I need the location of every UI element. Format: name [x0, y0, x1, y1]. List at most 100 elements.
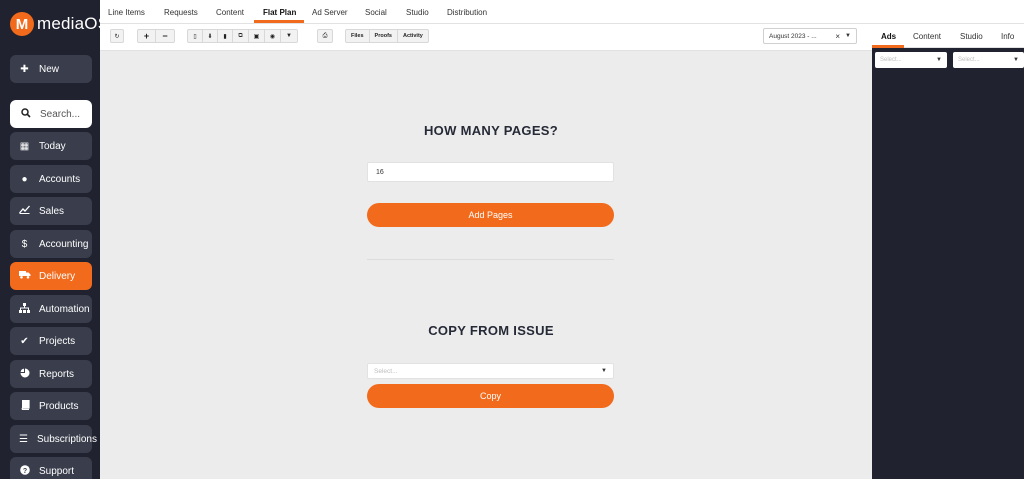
page-count-input[interactable]: 16 — [367, 162, 614, 182]
truck-icon — [19, 270, 31, 282]
download-icon: ⬇ — [207, 33, 213, 40]
issue-select[interactable]: August 2023 - ... × ▼ — [763, 28, 857, 44]
tab-content-panel[interactable]: Content — [913, 24, 941, 48]
add-pages-button[interactable]: Add Pages — [367, 203, 614, 227]
pie-chart-icon — [19, 368, 30, 381]
sidebar-item-label: Subscriptions — [36, 433, 97, 445]
sidebar-item-delivery[interactable]: Delivery — [10, 262, 92, 290]
app-logo[interactable]: M mediaOS — [10, 11, 109, 37]
remove-page-button[interactable]: − — [156, 30, 174, 42]
sidebar-item-label: Sales — [39, 205, 65, 217]
sidebar-item-today[interactable]: ▦ Today — [10, 132, 92, 160]
sidebar-item-products[interactable]: Products — [10, 392, 92, 420]
sidebar: M mediaOS ✚ New Search... ▦ Today ● Acco… — [0, 0, 109, 479]
eye-icon: ◉ — [269, 33, 276, 40]
sidebar-item-support[interactable]: ? Support — [10, 457, 92, 479]
sidebar-item-automation[interactable]: Automation — [10, 295, 92, 323]
file-pdf-icon: ▯ — [193, 33, 197, 40]
files-button[interactable]: Files — [346, 30, 370, 42]
chevron-down-icon: ▼ — [1013, 57, 1019, 63]
search-placeholder: Search... — [40, 108, 81, 120]
copy-issue-select[interactable]: Select... ▼ — [367, 363, 614, 379]
sidebar-item-label: Accounting — [39, 238, 89, 250]
search-input[interactable]: Search... — [10, 100, 92, 128]
select-placeholder: Select... — [880, 57, 902, 63]
plus-icon: + — [143, 31, 150, 41]
tab-social[interactable]: Social — [365, 0, 387, 24]
clear-icon[interactable]: × — [835, 32, 840, 41]
print-icon: ⎙ — [322, 32, 328, 39]
page-count-group: + − — [137, 29, 175, 43]
sitemap-icon — [19, 302, 30, 316]
sidebar-item-accounts[interactable]: ● Accounts — [10, 165, 92, 193]
sidebar-item-label: Support — [39, 465, 75, 477]
download-button[interactable]: ⬇ — [203, 30, 218, 42]
tab-content[interactable]: Content — [216, 0, 244, 24]
add-page-button[interactable]: + — [138, 30, 156, 42]
view-group: Files Proofs Activity — [345, 29, 429, 43]
tab-requests[interactable]: Requests — [164, 0, 198, 24]
tab-line-items[interactable]: Line Items — [108, 0, 145, 24]
chevron-down-icon: ▼ — [936, 57, 942, 63]
copy-button[interactable]: Copy — [367, 384, 614, 408]
select-placeholder: Select... — [958, 57, 980, 63]
minus-icon: − — [162, 31, 168, 41]
proofs-button[interactable]: Proofs — [370, 30, 398, 42]
filter-button[interactable]: ▼ — [281, 30, 297, 42]
logo-mark-icon: M — [10, 12, 34, 36]
tab-info[interactable]: Info — [1001, 24, 1014, 48]
sidebar-item-projects[interactable]: ✔ Projects — [10, 327, 92, 355]
sidebar-item-accounting[interactable]: $ Accounting — [10, 230, 92, 258]
tab-ad-server[interactable]: Ad Server — [312, 0, 348, 24]
refresh-icon: ↻ — [114, 33, 120, 40]
pdf-button[interactable]: ▯ — [188, 30, 203, 42]
refresh-button[interactable]: ↻ — [110, 29, 124, 43]
tab-studio-panel[interactable]: Studio — [960, 24, 983, 48]
active-right-tab-indicator — [872, 45, 904, 48]
sidebar-item-label: Reports — [39, 368, 75, 380]
dollar-icon: $ — [21, 238, 28, 250]
chevron-down-icon: ▼ — [845, 33, 851, 39]
toolbar: ↻ + − ▯ ⬇ ▮ ⧉ ▣ ◉ ▼ ⎙ Files Proofs Activ… — [100, 24, 872, 51]
filter-icon: ▼ — [286, 33, 292, 39]
sidebar-item-reports[interactable]: Reports — [10, 360, 92, 388]
preview-button[interactable]: ◉ — [265, 30, 281, 42]
plus-icon: ✚ — [20, 63, 29, 75]
search-icon — [20, 107, 31, 121]
calendar-icon: ▦ — [19, 140, 30, 152]
copy-heading: COPY FROM ISSUE — [428, 323, 554, 338]
file-icon: ▮ — [223, 33, 227, 40]
ads-filter-select-1[interactable]: Select... ▼ — [875, 52, 947, 68]
image-button[interactable]: ▣ — [249, 30, 265, 42]
list-icon: ☰ — [19, 433, 28, 445]
active-tab-indicator — [254, 20, 304, 23]
new-button-label: New — [39, 63, 60, 75]
new-button[interactable]: ✚ New — [10, 55, 92, 83]
copy-icon: ⧉ — [238, 32, 243, 39]
activity-button[interactable]: Activity — [398, 30, 428, 42]
sidebar-item-label: Automation — [39, 303, 90, 315]
tab-studio[interactable]: Studio — [406, 0, 429, 24]
sidebar-item-sales[interactable]: Sales — [10, 197, 92, 225]
question-icon: ? — [19, 464, 30, 478]
chevron-down-icon: ▼ — [601, 368, 607, 374]
file-button[interactable]: ▮ — [218, 30, 233, 42]
sidebar-item-label: Delivery — [39, 270, 76, 282]
image-icon: ▣ — [253, 33, 260, 40]
sidebar-item-label: Today — [39, 140, 66, 152]
check-icon: ✔ — [20, 335, 29, 347]
top-nav: Line Items Requests Content Flat Plan Ad… — [100, 0, 1024, 24]
flat-plan-canvas: HOW MANY PAGES? COPY FROM ISSUE — [100, 52, 872, 479]
copy-issue-placeholder: Select... — [374, 367, 398, 375]
page-tools-group: ▯ ⬇ ▮ ⧉ ▣ ◉ ▼ — [187, 29, 298, 43]
sidebar-item-label: Projects — [39, 335, 76, 347]
sidebar-item-label: Accounts — [39, 173, 81, 185]
pages-heading: HOW MANY PAGES? — [423, 123, 559, 138]
ads-filter-select-2[interactable]: Select... ▼ — [953, 52, 1024, 68]
svg-text:?: ? — [22, 468, 26, 475]
print-button[interactable]: ⎙ — [317, 29, 333, 43]
copy-pages-button[interactable]: ⧉ — [233, 30, 249, 42]
sidebar-item-label: Products — [39, 400, 79, 412]
sidebar-item-subscriptions[interactable]: ☰ Subscriptions — [10, 425, 97, 453]
tab-distribution[interactable]: Distribution — [447, 0, 487, 24]
